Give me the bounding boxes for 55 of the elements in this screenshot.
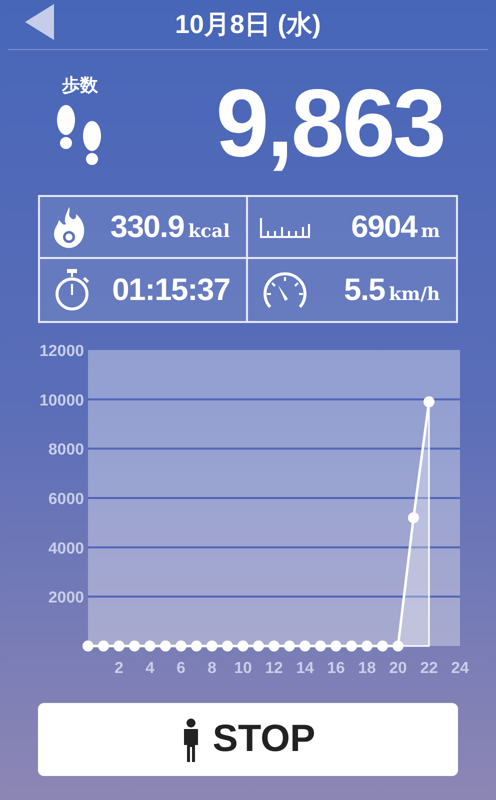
data-point xyxy=(176,640,186,652)
data-point xyxy=(284,640,295,652)
data-point xyxy=(98,640,109,652)
data-point xyxy=(206,640,218,652)
y-axis-label: 2000 xyxy=(48,590,84,607)
y-axis-label: 10000 xyxy=(40,392,84,410)
data-point xyxy=(238,640,248,652)
x-axis-label: 2 xyxy=(114,660,124,677)
x-axis-label: 6 xyxy=(176,660,186,677)
stat-unit: km/h xyxy=(388,282,440,307)
data-point xyxy=(408,512,419,524)
x-axis-label: 10 xyxy=(234,660,252,677)
date-title: 10月8日 (水) xyxy=(175,8,321,41)
x-axis-label: 4 xyxy=(146,660,154,677)
data-point xyxy=(362,640,372,652)
step-count: 9,863 xyxy=(216,76,444,172)
stat-unit: kcal xyxy=(188,220,230,244)
data-point xyxy=(300,640,310,652)
data-point xyxy=(222,640,233,652)
x-axis-label: 20 xyxy=(389,660,407,677)
data-point xyxy=(392,640,404,652)
x-axis-label: 18 xyxy=(358,660,376,677)
data-point xyxy=(330,640,342,652)
data-point xyxy=(253,640,264,652)
x-axis-label: 14 xyxy=(296,660,314,677)
data-point xyxy=(315,640,326,652)
y-axis-label: 4000 xyxy=(48,540,84,558)
data-point xyxy=(129,640,140,652)
flame-icon xyxy=(52,205,86,249)
x-axis-label: 16 xyxy=(327,660,345,677)
data-point xyxy=(160,640,171,652)
x-axis-label: 22 xyxy=(420,660,438,677)
stat-value: 330.9 xyxy=(110,208,184,246)
data-point xyxy=(377,640,388,652)
data-point xyxy=(82,640,94,652)
data-point xyxy=(114,640,124,652)
y-axis-label: 8000 xyxy=(48,442,84,459)
stat-value: 6904 xyxy=(351,208,417,246)
back-arrow-icon[interactable] xyxy=(25,4,55,40)
y-axis-label: 12000 xyxy=(40,343,84,360)
stat-value: 01:15:37 xyxy=(112,270,230,309)
data-point xyxy=(191,640,202,652)
steps-label: 歩数 xyxy=(62,74,98,97)
stat-value: 5.5 xyxy=(344,270,385,309)
y-axis-label: 6000 xyxy=(48,491,84,508)
stop-button[interactable]: STOP xyxy=(38,703,458,776)
data-point xyxy=(424,396,434,408)
x-axis-label: 12 xyxy=(265,660,283,677)
data-point xyxy=(346,640,357,652)
data-point xyxy=(268,640,280,652)
x-axis-label: 8 xyxy=(208,660,216,677)
data-point xyxy=(144,640,156,652)
x-axis-label: 24 xyxy=(451,660,469,677)
stat-unit: m xyxy=(420,220,440,244)
ruler-icon xyxy=(260,216,310,238)
